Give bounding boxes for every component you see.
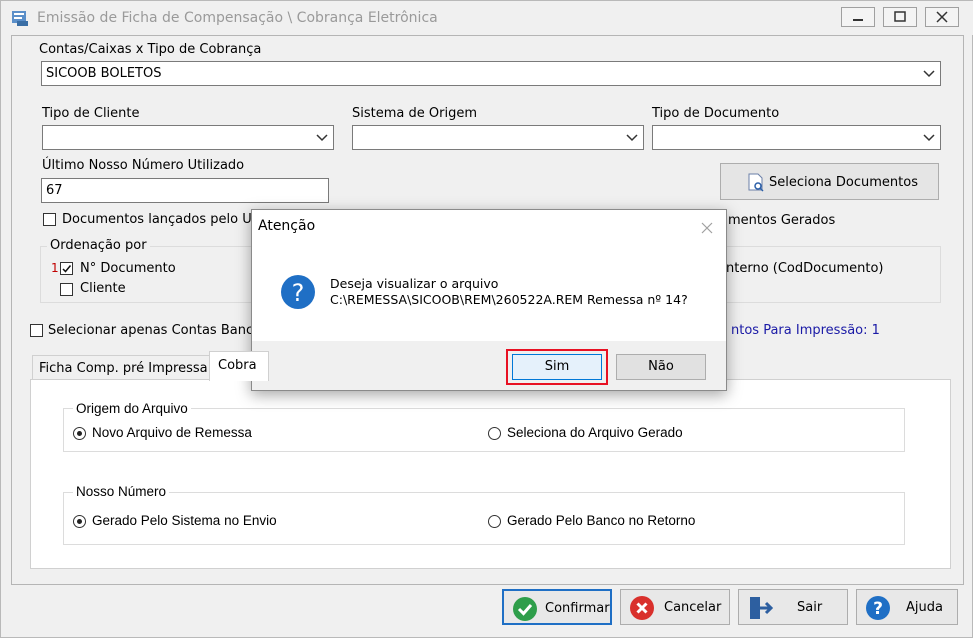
dialog-title: Atenção xyxy=(258,218,316,234)
ordenacao-ndocumento-label: N° Documento xyxy=(80,261,176,276)
tab-cobranca-label: Cobra xyxy=(218,358,257,373)
origem-arquivo-title: Origem do Arquivo xyxy=(73,401,191,416)
close-window-button[interactable] xyxy=(925,7,959,27)
docs-lancados-checkbox[interactable] xyxy=(43,213,56,226)
checkmark-icon xyxy=(62,265,72,273)
restore-icon xyxy=(894,11,906,22)
selecionar-contas-label: Selecionar apenas Contas Bancá xyxy=(48,323,262,338)
window-title: Emissão de Ficha de Compensação \ Cobran… xyxy=(37,10,438,26)
confirmar-button[interactable]: Confirmar xyxy=(502,589,612,625)
contas-value: SICOOB BOLETOS xyxy=(46,66,162,81)
gerado-banco-label: Gerado Pelo Banco no Retorno xyxy=(507,513,696,528)
minimize-button[interactable] xyxy=(841,7,875,27)
atencao-dialog: Atenção ? Deseja visualizar o arquivo C:… xyxy=(251,209,727,391)
nosso-numero-title: Nosso Número xyxy=(73,484,170,499)
nao-button[interactable]: Não xyxy=(616,354,706,380)
gerado-banco-radio[interactable] xyxy=(488,515,501,528)
sair-button[interactable]: Sair xyxy=(738,589,848,625)
tab-ficha-comp-label: Ficha Comp. pré Impressa xyxy=(39,361,208,376)
seleciona-documentos-button[interactable]: Seleciona Documentos xyxy=(720,163,939,200)
sistema-origem-label: Sistema de Origem xyxy=(352,106,477,121)
minimize-icon xyxy=(853,19,863,21)
close-icon xyxy=(936,11,948,23)
contas-label: Contas/Caixas x Tipo de Cobrança xyxy=(39,42,262,57)
seleciona-documentos-label: Seleciona Documentos xyxy=(769,175,918,190)
cancelar-label: Cancelar xyxy=(664,600,722,615)
ajuda-label: Ajuda xyxy=(906,600,943,615)
close-icon[interactable] xyxy=(700,221,714,235)
docs-lancados-label: Documentos lançados pelo U xyxy=(62,212,252,227)
cancel-circle-icon xyxy=(630,596,654,620)
ordenacao-interno-label: nterno (CodDocumento) xyxy=(726,261,884,276)
check-circle-icon xyxy=(513,597,537,621)
dialog-message-line1: Deseja visualizar o arquivo xyxy=(330,276,499,291)
tipo-cliente-label: Tipo de Cliente xyxy=(42,106,140,121)
gerado-sistema-label: Gerado Pelo Sistema no Envio xyxy=(92,513,277,528)
help-circle-icon: ? xyxy=(866,596,890,620)
sistema-origem-select[interactable] xyxy=(352,125,644,150)
app-icon xyxy=(12,11,28,26)
ordenacao-cliente-checkbox[interactable] xyxy=(60,283,73,296)
docs-gerados-label: mentos Gerados xyxy=(728,213,836,228)
tipo-cliente-select[interactable] xyxy=(42,125,334,150)
seleciona-arquivo-radio[interactable] xyxy=(488,427,501,440)
svg-text:?: ? xyxy=(292,279,305,307)
sair-label: Sair xyxy=(797,600,823,615)
svg-text:?: ? xyxy=(873,599,883,619)
contas-select[interactable]: SICOOB BOLETOS xyxy=(41,61,941,86)
question-icon: ? xyxy=(281,275,315,309)
ultimo-nosso-numero-input[interactable]: 67 xyxy=(41,178,329,203)
tipo-documento-label: Tipo de Documento xyxy=(652,106,780,121)
ordenacao-title: Ordenação por xyxy=(47,238,150,253)
ultimo-nosso-numero-label: Último Nosso Número Utilizado xyxy=(42,158,245,173)
chevron-down-icon xyxy=(316,134,328,142)
selecionar-contas-checkbox[interactable] xyxy=(30,324,43,337)
ordenacao-index: 1 xyxy=(51,261,59,275)
tab-ficha-comp[interactable]: Ficha Comp. pré Impressa xyxy=(32,355,210,380)
sim-button[interactable]: Sim xyxy=(512,354,602,380)
maximize-button[interactable] xyxy=(883,7,917,27)
seleciona-arquivo-label: Seleciona do Arquivo Gerado xyxy=(507,425,683,440)
exit-door-icon xyxy=(750,597,773,619)
tipo-documento-select[interactable] xyxy=(652,125,941,150)
ordenacao-cliente-label: Cliente xyxy=(80,281,126,296)
confirmar-label: Confirmar xyxy=(545,601,610,616)
gerado-sistema-radio[interactable] xyxy=(73,515,86,528)
document-search-icon xyxy=(748,173,764,192)
title-bar: Emissão de Ficha de Compensação \ Cobran… xyxy=(1,1,973,35)
docs-impressao-label: ntos Para Impressão: 1 xyxy=(731,323,880,338)
novo-arquivo-label: Novo Arquivo de Remessa xyxy=(92,425,252,440)
chevron-down-icon xyxy=(923,70,935,78)
tab-cobranca[interactable]: Cobra xyxy=(209,351,269,381)
chevron-down-icon xyxy=(923,134,935,142)
cancelar-button[interactable]: Cancelar xyxy=(620,589,730,625)
chevron-down-icon xyxy=(626,134,638,142)
ultimo-nosso-numero-value: 67 xyxy=(46,183,63,198)
ajuda-button[interactable]: ? Ajuda xyxy=(856,589,958,625)
ordenacao-ndocumento-checkbox[interactable] xyxy=(60,262,73,275)
dialog-message-line2: C:\REMESSA\SICOOB\REM\260522A.REM Remess… xyxy=(330,292,688,307)
novo-arquivo-radio[interactable] xyxy=(73,427,86,440)
